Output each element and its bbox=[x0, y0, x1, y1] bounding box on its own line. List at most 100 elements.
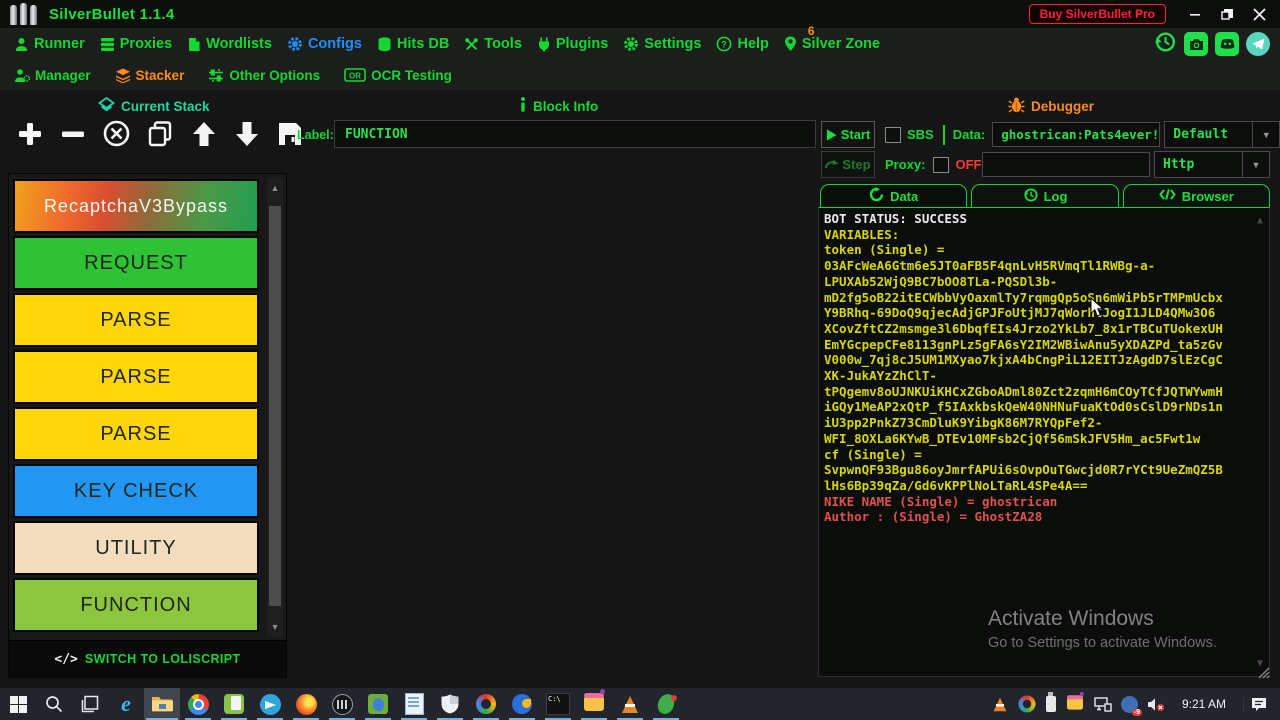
debug-data-input[interactable]: ghostrican:Pats4ever! bbox=[992, 122, 1160, 147]
wordlist-type-dropdown[interactable]: Default ▼ bbox=[1164, 121, 1280, 148]
title-bar: SilverBullet 1.1.4 Buy SilverBullet Pro bbox=[0, 0, 1280, 28]
start-button[interactable] bbox=[0, 688, 36, 720]
menu-tools[interactable]: Tools bbox=[464, 36, 522, 52]
chevron-down-icon[interactable]: ▼ bbox=[1252, 122, 1279, 147]
stack-block[interactable]: REQUEST bbox=[13, 236, 259, 290]
discord-icon[interactable] bbox=[1215, 32, 1239, 56]
blue-circle-app-icon[interactable] bbox=[504, 688, 540, 720]
history-icon bbox=[1023, 187, 1038, 205]
cake-tray-icon[interactable] bbox=[1065, 697, 1085, 711]
info-icon bbox=[519, 97, 527, 115]
stack-scrollbar[interactable]: ▲ ▼ bbox=[267, 178, 283, 637]
chrome-tray-icon[interactable] bbox=[1017, 694, 1037, 714]
stack-block[interactable]: UTILITY bbox=[13, 521, 259, 575]
tools-icon bbox=[464, 37, 479, 52]
parrot-app-icon[interactable] bbox=[648, 688, 684, 720]
notepad-icon[interactable] bbox=[396, 688, 432, 720]
history-icon[interactable] bbox=[1153, 30, 1177, 59]
stack-block[interactable]: KEY CHECK bbox=[13, 464, 259, 518]
telegram-icon[interactable] bbox=[252, 688, 288, 720]
move-down-button[interactable] bbox=[233, 120, 261, 148]
clear-blocks-button[interactable] bbox=[102, 119, 131, 148]
proxy-input[interactable] bbox=[982, 152, 1150, 177]
bug-icon bbox=[1008, 97, 1025, 116]
menu-settings[interactable]: Settings bbox=[623, 36, 701, 52]
duplicate-block-button[interactable] bbox=[146, 119, 175, 148]
buy-pro-button[interactable]: Buy SilverBullet Pro bbox=[1029, 4, 1166, 24]
stack-block[interactable]: PARSE bbox=[13, 350, 259, 404]
menu-hitsdb[interactable]: Hits DB bbox=[377, 36, 449, 52]
command-prompt-icon[interactable]: C:\ bbox=[540, 688, 576, 720]
file-explorer-icon[interactable] bbox=[144, 688, 180, 720]
menu-proxies[interactable]: Proxies bbox=[100, 36, 172, 52]
vlc-tray-icon[interactable] bbox=[992, 696, 1008, 713]
stack-block[interactable]: FUNCTION bbox=[13, 578, 259, 632]
action-center-icon[interactable] bbox=[1243, 697, 1274, 712]
block-label-input[interactable]: FUNCTION bbox=[334, 120, 816, 148]
close-button[interactable] bbox=[1246, 4, 1272, 24]
silverbullet-app-icon[interactable] bbox=[324, 688, 360, 720]
start-button[interactable]: Start bbox=[821, 121, 875, 148]
remove-block-button[interactable] bbox=[59, 120, 87, 148]
sbs-checkbox[interactable] bbox=[885, 127, 901, 143]
menu-help[interactable]: ? Help bbox=[716, 36, 768, 52]
log-line: iU3pp2PnkZ73CmDluK9YibgK86M7RYQpFef2- bbox=[824, 415, 1269, 431]
vlc-icon[interactable] bbox=[612, 688, 648, 720]
scrollbar-thumb[interactable] bbox=[269, 206, 281, 606]
cake-app-icon[interactable] bbox=[576, 688, 612, 720]
scroll-down-icon[interactable]: ▼ bbox=[267, 619, 283, 635]
submenu-other-options[interactable]: Other Options bbox=[208, 68, 320, 83]
proxy-type-dropdown[interactable]: Http ▼ bbox=[1154, 151, 1270, 178]
notepad-plus-plus-icon[interactable] bbox=[216, 688, 252, 720]
maximize-button[interactable] bbox=[1214, 4, 1240, 24]
notification-app-tray-icon[interactable]: -9 bbox=[1121, 696, 1138, 713]
minimize-button[interactable] bbox=[1182, 4, 1208, 24]
taskbar-clock[interactable]: 9:21 AM bbox=[1174, 697, 1234, 711]
task-view-button[interactable] bbox=[72, 688, 108, 720]
stack-block[interactable]: PARSE bbox=[13, 293, 259, 347]
debugger-row-2: Step Proxy: OFF Http ▼ bbox=[821, 151, 1270, 178]
proxy-caption: Proxy: bbox=[885, 157, 925, 172]
submenu-manager[interactable]: Manager bbox=[14, 68, 91, 83]
menu-silver-zone[interactable]: 6 Silver Zone bbox=[784, 36, 880, 52]
search-icon[interactable] bbox=[36, 688, 72, 720]
chrome-icon[interactable] bbox=[180, 688, 216, 720]
volume-muted-icon[interactable] bbox=[1147, 697, 1165, 712]
internet-explorer-icon[interactable]: e bbox=[108, 688, 144, 720]
menu-configs[interactable]: Configs bbox=[287, 36, 362, 52]
tab-browser[interactable]: Browser bbox=[1123, 184, 1270, 207]
submenu-stacker[interactable]: Stacker bbox=[115, 68, 185, 83]
menu-wordlists[interactable]: Wordlists bbox=[187, 36, 272, 52]
stack-block[interactable]: RecaptchaV3Bypass bbox=[13, 179, 259, 233]
screenshot-camera-icon[interactable] bbox=[1184, 32, 1208, 56]
telegram-icon[interactable] bbox=[1246, 32, 1270, 56]
silverbullet-logo-icon bbox=[10, 3, 37, 25]
step-button[interactable]: Step bbox=[821, 151, 875, 178]
stack-block[interactable]: PARSE bbox=[13, 407, 259, 461]
submenu-ocr-testing[interactable]: OR OCR Testing bbox=[344, 68, 452, 83]
ocr-icon: OR bbox=[344, 68, 366, 82]
log-line: BOT STATUS: SUCCESS bbox=[824, 211, 1269, 227]
tab-log[interactable]: Log bbox=[971, 184, 1118, 207]
chevron-down-icon[interactable]: ▼ bbox=[1242, 152, 1269, 177]
tab-data[interactable]: Data bbox=[820, 184, 967, 207]
move-up-button[interactable] bbox=[190, 120, 218, 148]
network-tray-icon[interactable] bbox=[1094, 697, 1112, 712]
resize-grip-icon[interactable] bbox=[1258, 666, 1270, 684]
green-app-icon[interactable] bbox=[360, 688, 396, 720]
configs-gear-icon bbox=[287, 36, 303, 52]
menu-plugins[interactable]: Plugins bbox=[537, 36, 608, 52]
firefox-icon[interactable] bbox=[288, 688, 324, 720]
add-block-button[interactable] bbox=[16, 120, 44, 148]
colorful-ring-icon[interactable] bbox=[468, 688, 504, 720]
scroll-up-icon[interactable]: ▲ bbox=[1257, 213, 1263, 229]
log-line: Y9BRhq-69DoQ9qjecAdjGPJFoUtjMJ7qWorhCJog… bbox=[824, 305, 1269, 321]
log-line: 03AFcWeA6Gtm6e5JT0aFB5F4qnLvH5RVmqTl1RWB… bbox=[824, 258, 1269, 274]
defender-shield-icon[interactable] bbox=[432, 688, 468, 720]
switch-to-loliscript-button[interactable]: </> SWITCH TO LOLISCRIPT bbox=[9, 640, 286, 677]
window-title: SilverBullet 1.1.4 bbox=[49, 6, 174, 23]
usb-tray-icon[interactable] bbox=[1046, 696, 1056, 712]
scroll-up-icon[interactable]: ▲ bbox=[267, 180, 283, 196]
menu-runner[interactable]: Runner bbox=[14, 36, 85, 52]
proxy-checkbox[interactable] bbox=[933, 157, 949, 173]
